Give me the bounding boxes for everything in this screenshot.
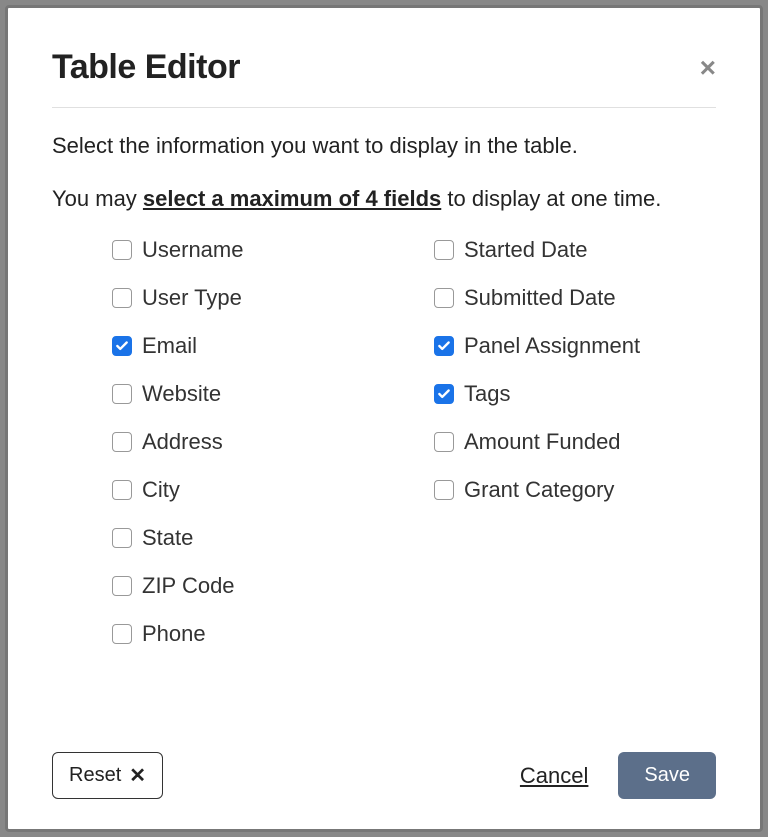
instruction-emphasis: select a maximum of 4 fields	[143, 186, 441, 211]
checkbox[interactable]	[434, 432, 454, 452]
fields-column-left: Username User Type Email Website Address City…	[112, 237, 394, 742]
checkbox[interactable]	[434, 384, 454, 404]
modal-header: Table Editor ×	[52, 48, 716, 108]
checkbox[interactable]	[112, 528, 132, 548]
field-row[interactable]: ZIP Code	[112, 573, 394, 599]
fields-columns: Username User Type Email Website Address City…	[52, 237, 716, 742]
x-icon: ✕	[129, 763, 146, 788]
cancel-button[interactable]: Cancel	[520, 763, 588, 789]
field-row[interactable]: Address	[112, 429, 394, 455]
field-label: Amount Funded	[464, 429, 621, 455]
footer-right: Cancel Save	[520, 752, 716, 799]
reset-label: Reset	[69, 764, 121, 787]
field-label: Panel Assignment	[464, 333, 640, 359]
field-row[interactable]: Amount Funded	[434, 429, 716, 455]
checkbox[interactable]	[434, 480, 454, 500]
table-editor-modal: Table Editor × Select the information yo…	[5, 5, 763, 832]
field-label: Phone	[142, 621, 206, 647]
checkbox[interactable]	[434, 336, 454, 356]
field-row[interactable]: Panel Assignment	[434, 333, 716, 359]
field-label: State	[142, 525, 193, 551]
checkbox[interactable]	[434, 288, 454, 308]
close-button[interactable]: ×	[700, 54, 716, 82]
instruction-line-1: Select the information you want to displ…	[52, 132, 716, 161]
field-label: Tags	[464, 381, 510, 407]
checkbox[interactable]	[112, 240, 132, 260]
fields-column-right: Started Date Submitted Date Panel Assignme…	[434, 237, 716, 742]
field-label: Website	[142, 381, 221, 407]
checkbox[interactable]	[112, 336, 132, 356]
field-label: ZIP Code	[142, 573, 235, 599]
field-label: Email	[142, 333, 197, 359]
checkbox[interactable]	[112, 576, 132, 596]
field-row[interactable]: Grant Category	[434, 477, 716, 503]
field-label: Address	[142, 429, 223, 455]
checkbox[interactable]	[112, 624, 132, 644]
field-label: Submitted Date	[464, 285, 616, 311]
modal-footer: Reset ✕ Cancel Save	[52, 742, 716, 799]
checkbox[interactable]	[112, 288, 132, 308]
field-label: Grant Category	[464, 477, 614, 503]
field-row[interactable]: State	[112, 525, 394, 551]
field-row[interactable]: Tags	[434, 381, 716, 407]
field-row[interactable]: City	[112, 477, 394, 503]
save-button[interactable]: Save	[618, 752, 716, 799]
field-row[interactable]: Email	[112, 333, 394, 359]
reset-button[interactable]: Reset ✕	[52, 752, 163, 799]
checkbox[interactable]	[434, 240, 454, 260]
field-row[interactable]: User Type	[112, 285, 394, 311]
field-label: Started Date	[464, 237, 588, 263]
field-row[interactable]: Phone	[112, 621, 394, 647]
field-label: Username	[142, 237, 243, 263]
checkbox[interactable]	[112, 480, 132, 500]
field-row[interactable]: Username	[112, 237, 394, 263]
field-label: City	[142, 477, 180, 503]
field-row[interactable]: Website	[112, 381, 394, 407]
field-label: User Type	[142, 285, 242, 311]
checkbox[interactable]	[112, 432, 132, 452]
field-row[interactable]: Submitted Date	[434, 285, 716, 311]
modal-title: Table Editor	[52, 48, 240, 87]
field-row[interactable]: Started Date	[434, 237, 716, 263]
close-icon: ×	[700, 52, 716, 83]
instruction-line-2: You may select a maximum of 4 fields to …	[52, 185, 716, 214]
checkbox[interactable]	[112, 384, 132, 404]
